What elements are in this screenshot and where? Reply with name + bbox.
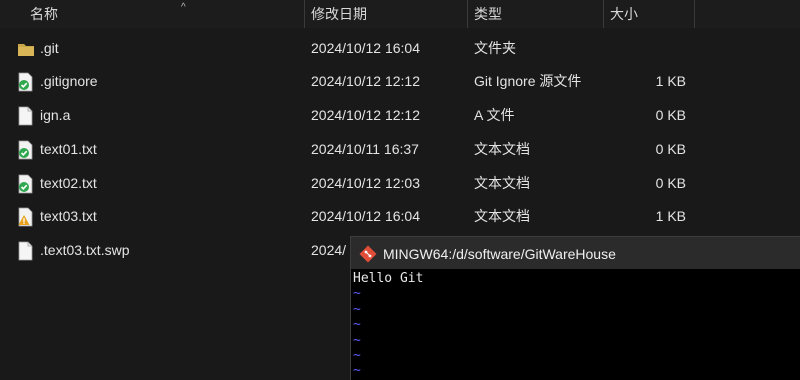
file-name: text01.txt (40, 141, 97, 157)
terminal-line: ~ (353, 332, 361, 348)
file-date: 2024/10/12 12:03 (311, 175, 420, 191)
git-bash-icon (359, 245, 377, 263)
file-row[interactable]: ign.a 2024/10/12 12:12 A 文件 0 KB (0, 99, 800, 132)
file-name: .text03.txt.swp (40, 242, 130, 258)
column-header: ^ 名称 修改日期 类型 大小 (0, 0, 800, 28)
file-icon (18, 241, 33, 261)
folder-icon (18, 44, 34, 56)
file-date: 2024/10/12 16:04 (311, 208, 420, 224)
file-row[interactable]: .gitignore 2024/10/12 12:12 Git Ignore 源… (0, 65, 800, 98)
file-row[interactable]: text03.txt 2024/10/12 16:04 文本文档 1 KB (0, 200, 800, 233)
file-row[interactable]: text02.txt 2024/10/12 12:03 文本文档 0 KB (0, 167, 800, 200)
file-type: 文件夹 (474, 40, 516, 56)
terminal-line: ~ (353, 317, 361, 333)
file-size: 1 KB (655, 208, 686, 224)
file-name: .gitignore (40, 73, 98, 89)
terminal-line: ~ (353, 347, 361, 363)
terminal-window[interactable]: MINGW64:/d/software/GitWareHouse Hello G… (350, 236, 800, 380)
file-type: A 文件 (474, 107, 515, 123)
git-modified-file-icon (18, 207, 33, 227)
git-clean-file-icon (18, 72, 33, 92)
column-size-label: 大小 (610, 6, 638, 22)
file-name: text03.txt (40, 208, 97, 224)
file-icon (18, 106, 33, 126)
column-type-label: 类型 (474, 6, 502, 22)
column-size-header[interactable]: 大小 (604, 0, 694, 28)
column-type-header[interactable]: 类型 (468, 0, 603, 28)
file-date: 2024/10/11 16:37 (311, 141, 419, 157)
file-type: 文本文档 (474, 175, 530, 191)
file-size: 0 KB (655, 175, 686, 191)
column-name-header[interactable]: ^ 名称 (24, 0, 304, 28)
terminal-title-bar[interactable]: MINGW64:/d/software/GitWareHouse (351, 237, 800, 269)
file-type: Git Ignore 源文件 (474, 73, 582, 89)
git-clean-file-icon (18, 174, 33, 194)
terminal-line: ~ (353, 301, 361, 317)
column-divider[interactable] (694, 0, 695, 28)
file-type: 文本文档 (474, 141, 530, 157)
terminal-line: Hello Git (353, 271, 424, 286)
file-type: 文本文档 (474, 208, 530, 224)
column-name-label: 名称 (30, 6, 58, 22)
git-clean-file-icon (18, 140, 33, 160)
terminal-body[interactable]: Hello Git ~ ~ ~ ~ ~ ~ (353, 271, 800, 380)
terminal-line: ~ (353, 363, 361, 379)
file-size: 1 KB (655, 73, 686, 89)
file-name: text02.txt (40, 175, 97, 191)
sort-caret-icon: ^ (181, 2, 186, 13)
file-date: 2024/10/12 12:12 (311, 107, 420, 123)
file-row[interactable]: text01.txt 2024/10/11 16:37 文本文档 0 KB (0, 133, 800, 166)
column-date-header[interactable]: 修改日期 (305, 0, 467, 28)
file-date: 2024/10/12 16:04 (311, 40, 420, 56)
file-name: .git (40, 40, 59, 56)
terminal-line: ~ (353, 286, 361, 302)
column-date-label: 修改日期 (311, 6, 367, 22)
file-date: 2024/ (311, 242, 347, 258)
file-row[interactable]: .git 2024/10/12 16:04 文件夹 (0, 32, 800, 65)
file-size (600, 32, 686, 65)
file-name: ign.a (40, 107, 71, 123)
terminal-title: MINGW64:/d/software/GitWareHouse (383, 246, 616, 262)
file-size: 0 KB (655, 107, 686, 123)
file-date: 2024/10/12 12:12 (311, 73, 420, 89)
file-size: 0 KB (655, 141, 686, 157)
